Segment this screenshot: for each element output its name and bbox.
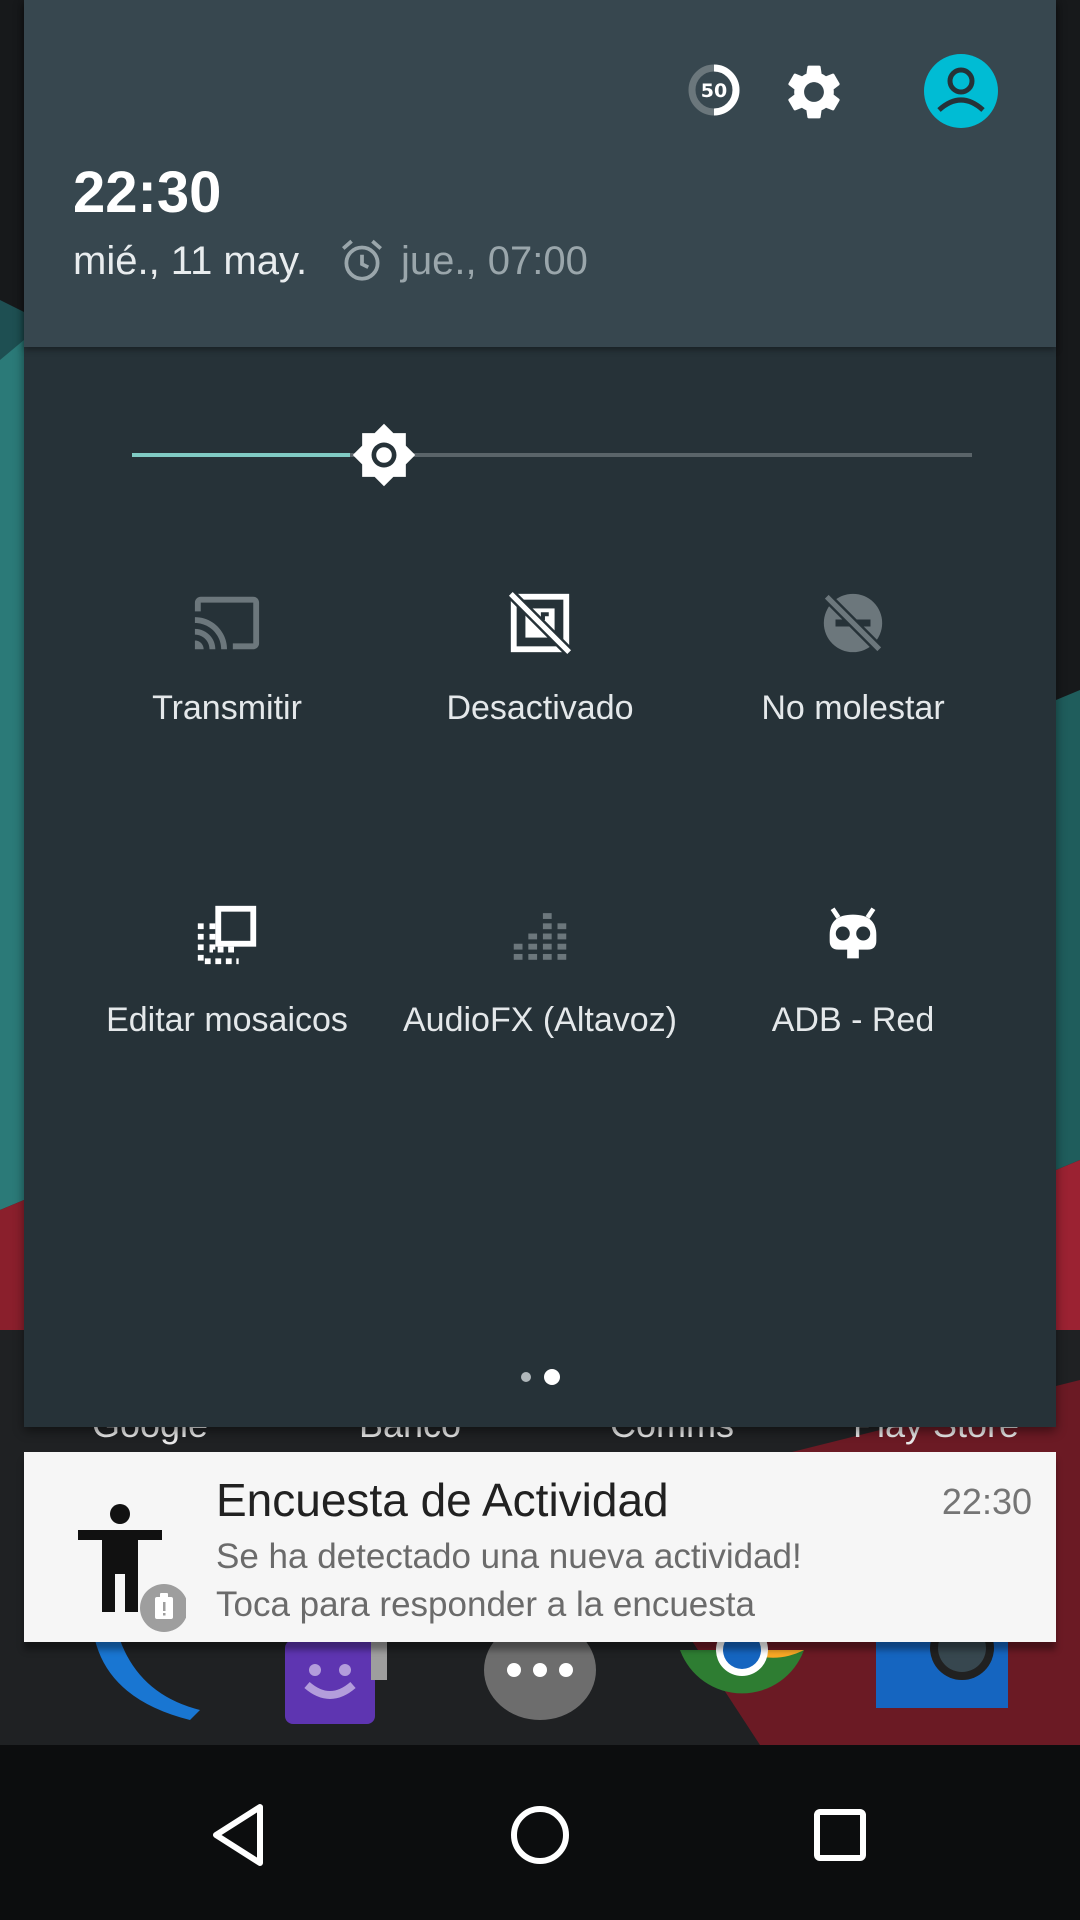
clipboard-alert-icon xyxy=(140,1584,186,1632)
notification-subtext: Toca para responder a la encuesta xyxy=(216,1585,755,1624)
tile-label: AudioFX (Altavoz) xyxy=(403,1001,677,1039)
do-not-disturb-off-icon xyxy=(823,593,883,653)
tile-label: Desactivado xyxy=(446,689,634,727)
tile-label: No molestar xyxy=(761,689,945,727)
status-header: 50 22:30 mié., 11 may. jue., 07:00 xyxy=(24,0,1056,347)
quick-settings-panel: 50 22:30 mié., 11 may. jue., 07:00 Trans… xyxy=(24,0,1056,1427)
navigation-bar xyxy=(0,1745,1080,1920)
chrome-app-icon[interactable] xyxy=(672,1640,812,1730)
gear-icon[interactable] xyxy=(781,59,847,125)
camera-app-icon[interactable] xyxy=(876,1640,1010,1710)
tile-label: ADB - Red xyxy=(771,1001,935,1039)
notification-card[interactable]: Encuesta de Actividad 22:30 Se ha detect… xyxy=(24,1452,1056,1642)
tile-label: Transmitir xyxy=(152,689,302,727)
tile-adb-network[interactable]: ADB - Red xyxy=(684,900,1022,1120)
tile-edit-tiles[interactable]: Editar mosaicos xyxy=(58,900,396,1120)
notification-time: 22:30 xyxy=(941,1481,1032,1522)
edit-tiles-icon xyxy=(197,905,257,965)
tile-do-not-disturb[interactable]: No molestar xyxy=(684,588,1022,808)
accessibility-person-icon xyxy=(78,1504,186,1632)
tile-label: Editar mosaicos xyxy=(106,1001,348,1039)
screen-rotation-off-icon xyxy=(507,590,573,656)
cyanogen-bugdroid-icon xyxy=(829,907,877,959)
date-text[interactable]: mié., 11 may. xyxy=(73,236,307,286)
page-dot[interactable] xyxy=(521,1372,531,1382)
page-indicator xyxy=(521,1369,560,1385)
battery-level-text: 50 xyxy=(701,80,727,102)
alarm-clock-icon xyxy=(342,239,382,281)
battery-icon[interactable]: 50 xyxy=(686,62,742,118)
tile-rotation-lock[interactable]: Desactivado xyxy=(371,588,709,808)
page-dot-current[interactable] xyxy=(544,1369,560,1385)
brightness-thumb-sun-icon[interactable] xyxy=(352,423,416,487)
app-drawer-icon[interactable] xyxy=(482,1640,598,1720)
brightness-slider[interactable] xyxy=(132,415,972,495)
tile-cast[interactable]: Transmitir xyxy=(58,588,396,808)
messaging-app-icon[interactable] xyxy=(285,1640,405,1730)
phone-app-icon[interactable] xyxy=(80,1640,210,1720)
back-icon[interactable] xyxy=(190,1785,290,1885)
equalizer-icon xyxy=(513,913,567,960)
recents-icon[interactable] xyxy=(790,1785,890,1885)
clock-time[interactable]: 22:30 xyxy=(73,158,221,228)
notification-text: Se ha detectado una nueva actividad! xyxy=(216,1537,802,1576)
tile-audiofx[interactable]: AudioFX (Altavoz) xyxy=(371,900,709,1120)
next-alarm-text[interactable]: jue., 07:00 xyxy=(401,236,588,286)
home-icon[interactable] xyxy=(490,1785,590,1885)
notification-title: Encuesta de Actividad xyxy=(216,1474,669,1526)
user-avatar-icon[interactable] xyxy=(922,52,1000,130)
cast-icon xyxy=(194,596,260,650)
